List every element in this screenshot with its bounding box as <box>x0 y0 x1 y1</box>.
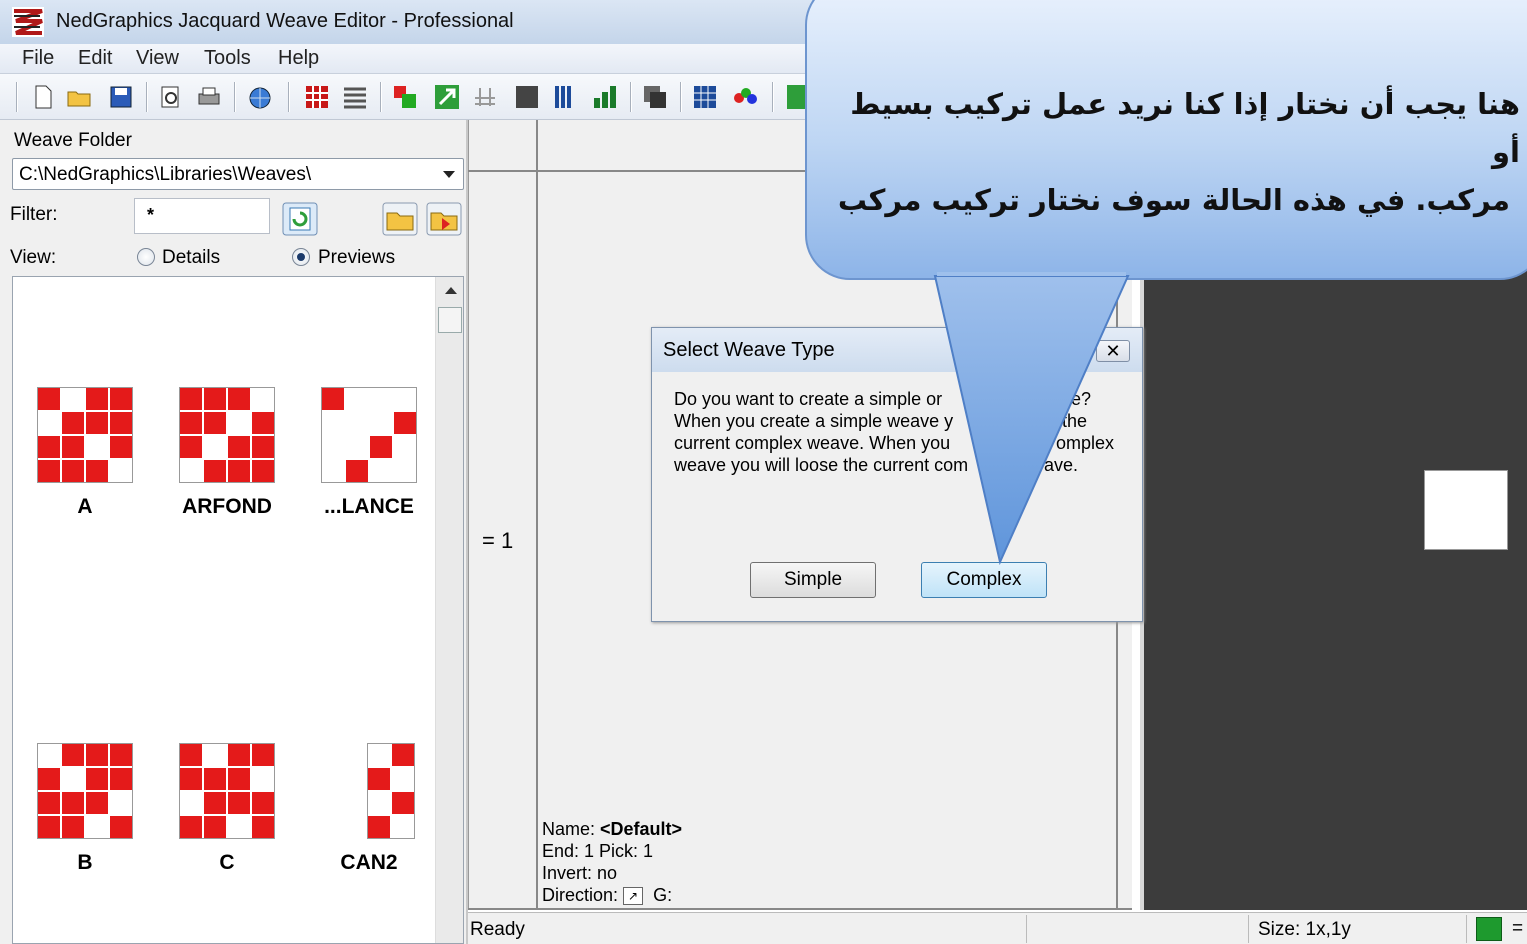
dialog-title: Select Weave Type <box>663 339 835 361</box>
view-label: View: <box>10 247 57 268</box>
filter-value: * <box>147 205 155 225</box>
weave-name-label[interactable]: ARFOND <box>167 495 287 519</box>
dialog-message: Do you want to create a simple or ave? W… <box>674 388 1124 476</box>
close-icon[interactable]: ✕ <box>1096 340 1130 362</box>
folder-arrow-icon[interactable] <box>426 202 462 236</box>
scroll-up-icon[interactable] <box>445 287 457 294</box>
callout-text: هنا يجب أن نختار إذا كنا نريد عمل تركيب … <box>830 80 1520 224</box>
weave-name-label[interactable]: B <box>25 851 145 875</box>
status-equals: = <box>1512 918 1524 939</box>
simple-button[interactable]: Simple <box>750 562 876 598</box>
select-weave-type-dialog: Select Weave Type ✕ Do you want to creat… <box>651 327 1143 622</box>
weave-preview-grid[interactable] <box>179 387 275 483</box>
fabric-icon[interactable] <box>472 84 498 110</box>
fabric-preview-panel <box>1140 270 1527 910</box>
name-value: <Default> <box>600 819 683 839</box>
window-title: NedGraphics Jacquard Weave Editor - Prof… <box>56 10 514 32</box>
arrow-icon[interactable] <box>434 84 460 110</box>
callout-line: مركب. في هذه الحالة سوف نختار تركيب مركب <box>837 183 1510 217</box>
refresh-icon[interactable] <box>282 202 318 236</box>
print-icon[interactable] <box>196 84 222 110</box>
menu-view[interactable]: View <box>136 47 179 70</box>
weave-name-label[interactable]: CAN2 <box>309 851 429 875</box>
complex-button[interactable]: Complex <box>921 562 1047 598</box>
app-logo-icon <box>12 7 44 37</box>
end-pick-text: End: 1 Pick: 1 <box>542 841 654 861</box>
weave-name-label[interactable]: A <box>25 495 145 519</box>
menu-edit[interactable]: Edit <box>78 47 112 70</box>
new-file-icon[interactable] <box>30 84 56 110</box>
weave-name-label[interactable]: C <box>167 851 287 875</box>
globe-icon[interactable] <box>246 84 272 110</box>
status-text: Ready <box>470 919 525 940</box>
print-preview-icon[interactable] <box>158 84 184 110</box>
menu-help[interactable]: Help <box>278 47 319 70</box>
open-folder-icon[interactable] <box>382 202 418 236</box>
direction-arrow-icon[interactable]: ↗ <box>623 887 644 906</box>
g-label: G: <box>653 885 673 905</box>
callout-line: هنا يجب أن نختار إذا كنا نريد عمل تركيب … <box>850 87 1520 169</box>
weave-info: Name: <Default> End: 1 Pick: 1 Invert: n… <box>542 818 682 906</box>
view-previews-label[interactable]: Previews <box>318 247 395 269</box>
weave-folder-value: C:\NedGraphics\Libraries\Weaves\ <box>19 164 312 185</box>
balls-icon[interactable] <box>732 84 758 110</box>
view-details-radio[interactable] <box>137 248 155 266</box>
filter-input[interactable]: * <box>134 198 270 234</box>
scroll-thumb[interactable] <box>438 307 462 333</box>
weave-preview-grid[interactable] <box>37 387 133 483</box>
status-bar: Ready Size: 1x,1y = <box>468 912 1527 944</box>
message-line: Do you want to create a simple or ave? <box>674 389 1092 409</box>
repeat-ratio: = 1 <box>482 528 514 553</box>
table-icon[interactable] <box>692 84 718 110</box>
view-previews-radio[interactable] <box>292 248 310 266</box>
filter-label: Filter: <box>10 204 58 225</box>
message-line: When you create a simple weave y the <box>674 411 1088 431</box>
weave-folder-dropdown[interactable]: C:\NedGraphics\Libraries\Weaves\ <box>12 158 464 190</box>
preview-cell <box>1424 470 1508 550</box>
menu-tools[interactable]: Tools <box>204 47 251 70</box>
columns-icon[interactable] <box>552 84 578 110</box>
view-details-label[interactable]: Details <box>162 247 220 269</box>
color-swap-icon[interactable] <box>392 84 418 110</box>
name-label: Name: <box>542 819 596 839</box>
chart-icon[interactable] <box>592 84 618 110</box>
list-icon[interactable] <box>342 84 368 110</box>
open-folder-icon[interactable] <box>66 84 92 110</box>
message-line: current complex weave. When you omplex <box>674 433 1115 453</box>
chevron-down-icon[interactable] <box>443 171 455 178</box>
weave-preview-grid[interactable] <box>367 743 415 839</box>
square-icon[interactable] <box>514 84 540 110</box>
message-line: weave you will loose the current com ave. <box>674 455 1079 475</box>
arrow-icon[interactable] <box>1476 917 1502 941</box>
weave-grid-icon[interactable] <box>304 84 330 110</box>
weave-browser-panel: Weave Folder C:\NedGraphics\Libraries\We… <box>0 120 468 944</box>
vertical-scrollbar[interactable] <box>435 277 463 943</box>
menu-file[interactable]: File <box>22 47 54 70</box>
invert-text: Invert: no <box>542 863 618 883</box>
save-icon[interactable] <box>108 84 134 110</box>
dialog-title-bar: Select Weave Type ✕ <box>652 328 1142 372</box>
weave-preview-list: A ARFOND ...LANCE B C CAN2 <box>12 276 464 944</box>
weave-preview-grid[interactable] <box>179 743 275 839</box>
status-size: Size: 1x,1y <box>1258 919 1351 940</box>
weave-name-label[interactable]: ...LANCE <box>309 495 429 519</box>
direction-label: Direction: <box>542 885 619 905</box>
weave-preview-grid[interactable] <box>321 387 417 483</box>
weave-preview-grid[interactable] <box>37 743 133 839</box>
copy-icon[interactable] <box>642 84 668 110</box>
weave-folder-label: Weave Folder <box>14 130 132 151</box>
